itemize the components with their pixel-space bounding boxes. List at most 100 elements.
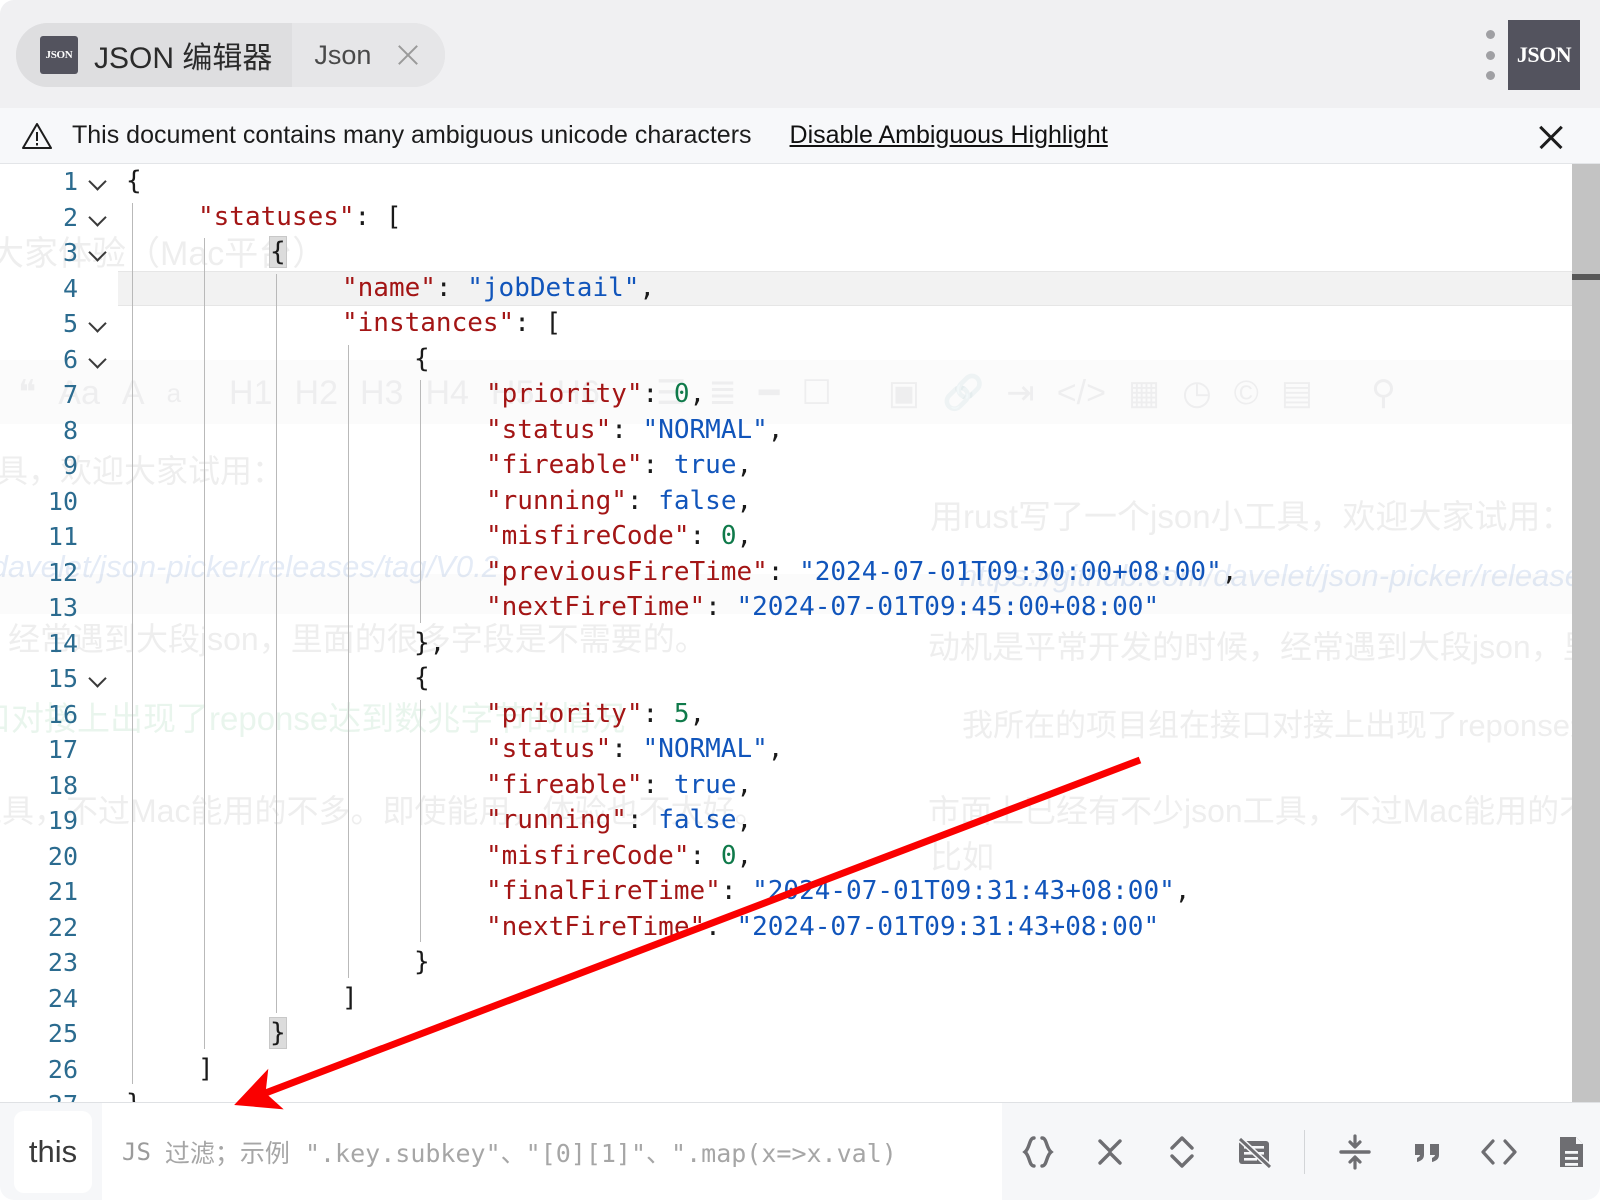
gutter-line: 15 bbox=[0, 661, 118, 697]
code-line[interactable]: "name": "jobDetail", bbox=[118, 270, 1600, 306]
line-number: 11 bbox=[47, 522, 78, 551]
gutter-line: 13 bbox=[0, 590, 118, 626]
toggle-wrap-button[interactable] bbox=[1218, 1116, 1290, 1188]
close-icon[interactable] bbox=[1536, 122, 1566, 152]
code-line[interactable]: { bbox=[118, 164, 1600, 200]
code-line[interactable]: "running": false, bbox=[118, 803, 1600, 839]
code-line[interactable]: } bbox=[118, 1016, 1600, 1052]
line-number: 15 bbox=[47, 664, 78, 693]
gutter-line: 16 bbox=[0, 697, 118, 733]
gutter-line: 10 bbox=[0, 484, 118, 520]
code-line[interactable]: "fireable": true, bbox=[118, 768, 1600, 804]
tab-group: JSON JSON 编辑器 Json bbox=[16, 23, 446, 87]
line-number: 19 bbox=[47, 806, 78, 835]
code-content: 1 2 3 4 5 6 7 8 9 10 11 12 13 14 15 16 17 18 19 20 21 22 23 24 2… bbox=[0, 164, 1600, 1102]
chevron-down-icon[interactable] bbox=[88, 246, 110, 259]
line-number: 6 bbox=[62, 344, 78, 374]
code-line[interactable]: "misfireCode": 0, bbox=[118, 839, 1600, 875]
gutter-line: 23 bbox=[0, 945, 118, 981]
code-lines[interactable]: {"statuses": [{"name": "jobDetail", "inst… bbox=[118, 164, 1600, 1102]
line-number: 25 bbox=[47, 1019, 78, 1048]
code-line[interactable]: "statuses": [ bbox=[118, 200, 1600, 236]
gutter-line: 20 bbox=[0, 839, 118, 875]
gutter-line: 11 bbox=[0, 519, 118, 555]
gutter-line: 21 bbox=[0, 874, 118, 910]
line-number: 14 bbox=[47, 628, 78, 658]
gutter-line: 7 bbox=[0, 377, 118, 413]
kebab-menu-icon[interactable] bbox=[1485, 30, 1495, 80]
code-line[interactable]: "instances": [ bbox=[118, 306, 1600, 342]
code-line[interactable]: "priority": 0, bbox=[118, 377, 1600, 413]
line-number: 7 bbox=[62, 380, 78, 409]
chevron-down-icon[interactable] bbox=[88, 317, 110, 330]
code-line[interactable]: ] bbox=[118, 981, 1600, 1017]
warning-message: This document contains many ambiguous un… bbox=[72, 121, 752, 149]
code-line[interactable]: } bbox=[118, 1087, 1600, 1102]
line-number: 4 bbox=[62, 273, 78, 303]
warning-triangle-icon bbox=[22, 122, 52, 149]
chevron-down-icon[interactable] bbox=[88, 672, 110, 685]
app-tab[interactable]: JSON JSON 编辑器 bbox=[16, 23, 293, 87]
code-line[interactable]: { bbox=[118, 661, 1600, 697]
chevron-down-icon[interactable] bbox=[88, 211, 110, 224]
code-line[interactable]: "fireable": true, bbox=[118, 448, 1600, 484]
code-line[interactable]: "misfireCode": 0, bbox=[118, 519, 1600, 555]
code-line[interactable]: ] bbox=[118, 1052, 1600, 1088]
document-tab-label: Json bbox=[314, 39, 372, 70]
code-view-button[interactable] bbox=[1463, 1116, 1535, 1188]
filter-input[interactable]: 过滤；示例 ".key.subkey"、"[0][1]"、".map(x=>x.… bbox=[165, 1134, 897, 1170]
gutter-line: 26 bbox=[0, 1052, 118, 1088]
code-line[interactable]: "nextFireTime": "2024-07-01T09:31:43+08:… bbox=[118, 910, 1600, 946]
code-line[interactable]: "nextFireTime": "2024-07-01T09:45:00+08:… bbox=[118, 590, 1600, 626]
gutter-line: 17 bbox=[0, 732, 118, 768]
gutter-line: 6 bbox=[0, 342, 118, 378]
code-line[interactable]: }, bbox=[118, 626, 1600, 662]
code-line[interactable]: } bbox=[118, 945, 1600, 981]
disable-ambiguous-highlight-link[interactable]: Disable Ambiguous Highlight bbox=[790, 121, 1108, 150]
line-number: 24 bbox=[47, 983, 78, 1013]
code-line[interactable]: "finalFireTime": "2024-07-01T09:31:43+08… bbox=[118, 874, 1600, 910]
json-editor-window: JSON JSON 编辑器 Json JSON This document co… bbox=[0, 0, 1600, 1200]
scrollbar-thumb[interactable] bbox=[1572, 164, 1600, 1102]
gutter-line: 12 bbox=[0, 555, 118, 591]
gutter-line: 9 bbox=[0, 448, 118, 484]
code-line[interactable]: "priority": 5, bbox=[118, 697, 1600, 733]
expand-all-button[interactable] bbox=[1146, 1116, 1218, 1188]
this-context-button[interactable]: this bbox=[14, 1110, 92, 1193]
line-number: 12 bbox=[47, 557, 78, 587]
line-number: 17 bbox=[47, 735, 78, 764]
line-number: 1 bbox=[62, 167, 78, 196]
close-icon[interactable] bbox=[393, 40, 423, 70]
line-number: 10 bbox=[47, 486, 78, 516]
quotes-button[interactable] bbox=[1391, 1116, 1463, 1188]
format-braces-button[interactable] bbox=[1002, 1116, 1074, 1188]
filter-bar[interactable]: JS 过滤；示例 ".key.subkey"、"[0][1]"、".map(x=… bbox=[102, 1102, 1002, 1200]
json-app-icon: JSON bbox=[40, 36, 78, 74]
line-number: 22 bbox=[47, 912, 78, 942]
js-badge: JS bbox=[122, 1137, 151, 1166]
line-number: 27 bbox=[0, 1087, 78, 1102]
code-line[interactable]: { bbox=[118, 235, 1600, 271]
code-line[interactable]: "status": "NORMAL", bbox=[118, 732, 1600, 768]
gutter-line: 25 bbox=[0, 1016, 118, 1052]
document-tab[interactable]: Json bbox=[292, 23, 446, 87]
chevron-down-icon[interactable] bbox=[88, 353, 110, 366]
code-line[interactable]: "running": false, bbox=[118, 484, 1600, 520]
code-line[interactable]: "status": "NORMAL", bbox=[118, 413, 1600, 449]
collapse-all-button[interactable] bbox=[1074, 1116, 1146, 1188]
tool-buttons bbox=[1002, 1116, 1600, 1188]
app-title: JSON 编辑器 bbox=[94, 42, 273, 75]
document-button[interactable] bbox=[1535, 1116, 1600, 1188]
code-line[interactable]: "previousFireTime": "2024-07-01T09:30:00… bbox=[118, 555, 1600, 591]
gutter-line: 14 bbox=[0, 626, 118, 662]
line-number-gutter[interactable]: 1 2 3 4 5 6 7 8 9 10 11 12 13 14 15 16 17 18 19 20 21 22 23 24 2… bbox=[0, 164, 118, 1102]
line-number: 5 bbox=[62, 309, 78, 338]
compact-button[interactable] bbox=[1319, 1116, 1391, 1188]
vertical-scrollbar[interactable] bbox=[1572, 164, 1600, 1102]
ambiguous-unicode-warning-bar: This document contains many ambiguous un… bbox=[0, 108, 1600, 164]
code-editor[interactable]: ❝ Aa Aa H1 H2 H3 H4 H5 H6 ☰ ≣ ━ ☐ ▣ 🔗 ⇥ </> ▦ ◷ © ▤ ⚲ 大… bbox=[0, 164, 1600, 1102]
bottom-toolbar: this JS 过滤；示例 ".key.subkey"、"[0][1]"、".m… bbox=[0, 1102, 1600, 1200]
code-line[interactable]: { bbox=[118, 342, 1600, 378]
chevron-down-icon[interactable] bbox=[88, 175, 110, 188]
toolbar-divider bbox=[1304, 1129, 1305, 1174]
